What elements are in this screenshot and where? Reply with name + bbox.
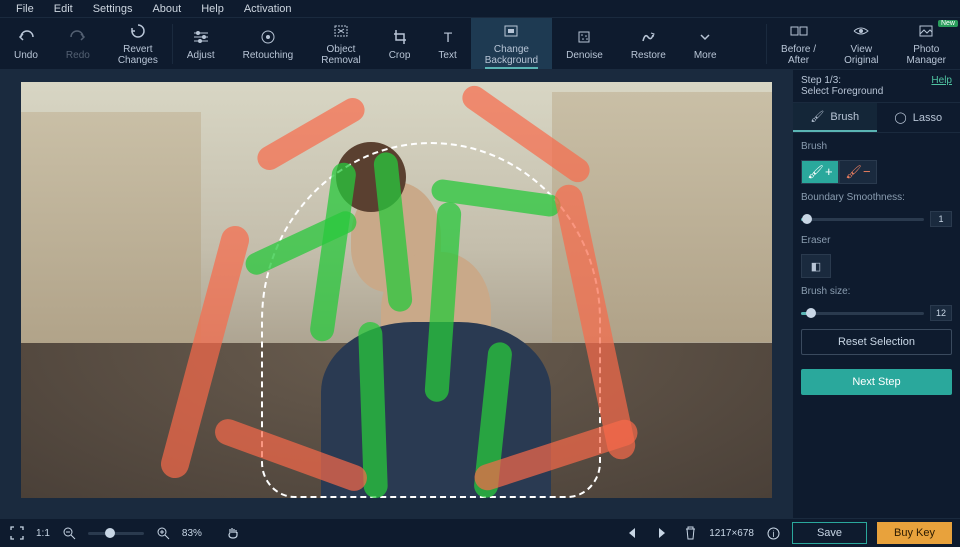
brush-icon: 🖌 (810, 110, 824, 123)
view-original-button[interactable]: View Original (830, 18, 892, 69)
pan-button[interactable] (224, 524, 242, 542)
redo-icon (69, 27, 87, 47)
sidebar: Step 1/3: Select Foreground Help 🖌 Brush… (792, 70, 960, 518)
revert-label: Revert Changes (118, 44, 158, 66)
info-button[interactable]: i (764, 524, 782, 542)
retouching-button[interactable]: Retouching (229, 18, 308, 69)
tab-brush-label: Brush (830, 111, 859, 123)
next-step-button[interactable]: Next Step (801, 369, 952, 395)
restore-icon (639, 27, 657, 47)
tab-lasso[interactable]: ◯ Lasso (877, 103, 960, 132)
lasso-icon: ◯ (894, 111, 906, 124)
fullscreen-button[interactable] (8, 524, 26, 542)
brush-section-label: Brush (801, 141, 952, 152)
change-background-icon (502, 21, 520, 41)
tab-brush[interactable]: 🖌 Brush (793, 103, 877, 132)
redo-button[interactable]: Redo (52, 18, 104, 69)
menu-file[interactable]: File (6, 1, 44, 17)
buy-key-button[interactable]: Buy Key (877, 522, 952, 544)
menu-about[interactable]: About (142, 1, 191, 17)
reset-selection-button[interactable]: Reset Selection (801, 329, 952, 355)
brush-size-label: Brush size: (801, 286, 952, 297)
brush-modes: 🖌 + 🖌 − (801, 160, 952, 184)
revert-changes-button[interactable]: Revert Changes (104, 18, 172, 69)
menu-activation[interactable]: Activation (234, 1, 302, 17)
adjust-button[interactable]: Adjust (173, 18, 229, 69)
object-removal-icon (332, 21, 350, 41)
zoom-in-button[interactable] (154, 524, 172, 542)
menu-edit[interactable]: Edit (44, 1, 83, 17)
svg-text:i: i (772, 529, 774, 539)
zoom-slider[interactable] (88, 532, 144, 535)
svg-text:T: T (443, 29, 452, 45)
step-header: Step 1/3: Select Foreground Help (793, 70, 960, 103)
menubar: File Edit Settings About Help Activation (0, 0, 960, 18)
before-after-icon (789, 21, 809, 41)
restore-button[interactable]: Restore (617, 18, 680, 69)
photo-manager-button[interactable]: New Photo Manager (893, 18, 960, 69)
undo-icon (17, 27, 35, 47)
before-after-button[interactable]: Before / After (767, 18, 830, 69)
boundary-value[interactable]: 1 (930, 211, 952, 227)
eraser-icon: ◧ (811, 260, 821, 273)
denoise-icon (575, 27, 593, 47)
boundary-label: Boundary Smoothness: (801, 192, 952, 203)
new-badge: New (938, 20, 958, 27)
statusbar: 1:1 83% 1217×678 i Save Buy Key (0, 518, 960, 547)
canvas[interactable] (21, 82, 772, 498)
menu-settings[interactable]: Settings (83, 1, 143, 17)
delete-button[interactable] (681, 524, 699, 542)
step-number: Step 1/3: (801, 75, 883, 86)
chevron-down-icon (698, 27, 712, 47)
eraser-button[interactable]: ◧ (801, 254, 831, 278)
text-icon: T (439, 27, 457, 47)
save-button[interactable]: Save (792, 522, 867, 544)
eraser-label: Eraser (801, 235, 952, 246)
boundary-slider[interactable] (801, 218, 924, 221)
crop-button[interactable]: Crop (375, 18, 425, 69)
canvas-area[interactable] (0, 70, 792, 518)
change-background-button[interactable]: Change Background (471, 18, 552, 69)
revert-icon (129, 21, 147, 41)
help-link[interactable]: Help (931, 75, 952, 86)
object-removal-button[interactable]: Object Removal (307, 18, 374, 69)
next-image-button[interactable] (653, 524, 671, 542)
menu-help[interactable]: Help (191, 1, 234, 17)
adjust-icon (192, 27, 210, 47)
toolbar: Undo Redo Revert Changes Adjust Retouchi… (0, 18, 960, 70)
tool-tabs: 🖌 Brush ◯ Lasso (793, 103, 960, 133)
crop-icon (391, 27, 409, 47)
step-name: Select Foreground (801, 86, 883, 97)
zoom-ratio[interactable]: 1:1 (36, 528, 50, 539)
prev-image-button[interactable] (623, 524, 641, 542)
image-dimensions: 1217×678 (709, 528, 754, 539)
brush-add-button[interactable]: 🖌 + (801, 160, 839, 184)
background-building (21, 112, 201, 352)
more-button[interactable]: More (680, 18, 731, 69)
tab-lasso-label: Lasso (913, 112, 942, 124)
retouching-icon (259, 27, 277, 47)
text-button[interactable]: T Text (424, 18, 470, 69)
zoom-out-button[interactable] (60, 524, 78, 542)
zoom-percent: 83% (182, 528, 202, 539)
eye-icon (852, 21, 870, 41)
brush-subtract-button[interactable]: 🖌 − (839, 160, 877, 184)
brush-size-value[interactable]: 12 (930, 305, 952, 321)
undo-button[interactable]: Undo (0, 18, 52, 69)
photo-manager-icon (917, 21, 935, 41)
denoise-button[interactable]: Denoise (552, 18, 617, 69)
brush-size-slider[interactable] (801, 312, 924, 315)
